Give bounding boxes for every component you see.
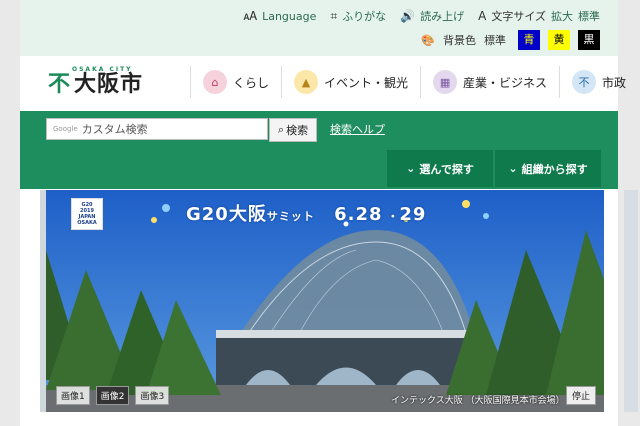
site-header: OSAKA CITY 不 大阪市 ⌂ くらし ▲ イベント・観光 ▦ 産業・ビジ… bbox=[20, 56, 626, 111]
carousel-thumbnails: 画像1 画像2 画像3 bbox=[56, 386, 170, 405]
translate-icon: 🗚 bbox=[243, 8, 258, 23]
banner-small: サミット bbox=[266, 210, 315, 223]
nav-kurashi-label: くらし bbox=[233, 75, 270, 90]
chevron-down-icon: ⌄ bbox=[508, 162, 518, 175]
text-size-label: 文字サイズ bbox=[491, 10, 546, 23]
text-size-icon: A bbox=[478, 9, 487, 23]
castle-icon: ▲ bbox=[294, 70, 319, 94]
search-button[interactable]: ⌕ 検索 bbox=[269, 118, 317, 142]
banner-dates: 6.28 bbox=[334, 204, 383, 225]
carousel-thumb-3[interactable]: 画像3 bbox=[135, 386, 170, 405]
background-color-control: 🎨 背景色 標準 青 黄 黒 bbox=[421, 30, 600, 50]
nav-government[interactable]: 不 市政 bbox=[559, 66, 638, 98]
g20-logo: G20 2019 JAPAN OSAKA bbox=[71, 198, 103, 230]
nav-events[interactable]: ▲ イベント・観光 bbox=[281, 66, 420, 98]
language-label: Language bbox=[262, 9, 317, 23]
hero-carousel: G20 2019 JAPAN OSAKA G20大阪サミット 6.28 ・29 … bbox=[46, 190, 604, 412]
carousel-stop-button[interactable]: 停止 bbox=[566, 386, 597, 405]
banner-main: G20大阪 bbox=[186, 204, 267, 225]
bg-color-label: 背景色 bbox=[443, 34, 476, 47]
logo-title: 大阪市 bbox=[74, 72, 144, 97]
banner-dates2: 29 bbox=[399, 204, 427, 225]
bg-standard-button[interactable]: 標準 bbox=[484, 32, 506, 48]
org-search-button[interactable]: ⌄ 組織から探す bbox=[495, 150, 601, 187]
building-icon: ▦ bbox=[433, 70, 458, 94]
site-logo[interactable]: OSAKA CITY 不 大阪市 bbox=[48, 66, 143, 97]
language-link[interactable]: 🗚 Language bbox=[244, 9, 317, 24]
bg-black-button[interactable]: 黒 bbox=[578, 30, 600, 50]
read-aloud-label: 読み上げ bbox=[420, 10, 465, 23]
hero-banner-text: G20大阪サミット 6.28 ・29 bbox=[186, 204, 427, 225]
bg-blue-button[interactable]: 青 bbox=[518, 30, 540, 50]
furigana-label: ふりがな bbox=[342, 10, 387, 23]
speaker-icon: 🔊 bbox=[400, 9, 416, 23]
search-icon: ⌕ bbox=[277, 123, 285, 136]
choose-search-button[interactable]: ⌄ 選んで探す bbox=[387, 150, 493, 187]
nav-government-label: 市政 bbox=[602, 75, 627, 90]
nav-kurashi[interactable]: ⌂ くらし bbox=[190, 66, 281, 98]
text-size-large-button[interactable]: 拡大 bbox=[551, 8, 573, 24]
carousel-thumb-2[interactable]: 画像2 bbox=[95, 386, 130, 405]
text-size-standard-button[interactable]: 標準 bbox=[578, 8, 600, 24]
palette-icon: 🎨 bbox=[421, 33, 435, 47]
search-brand: Google bbox=[53, 125, 78, 133]
house-icon: ⌂ bbox=[203, 70, 227, 94]
global-nav: ⌂ くらし ▲ イベント・観光 ▦ 産業・ビジネス 不 市政 bbox=[190, 66, 638, 98]
city-emblem-icon: 不 bbox=[48, 72, 71, 97]
search-input[interactable]: Google カスタム検索 bbox=[46, 118, 268, 140]
nav-business-label: 産業・ビジネス bbox=[463, 75, 548, 90]
search-bar: Google カスタム検索 ⌕ 検索 検索ヘルプ ⌄ 選んで探す ⌄ 組織から探… bbox=[20, 111, 618, 189]
logo-main: 不 大阪市 bbox=[48, 73, 143, 97]
chevron-down-icon: ⌄ bbox=[406, 162, 416, 175]
bg-yellow-button[interactable]: 黄 bbox=[548, 30, 570, 50]
g20-logo-line4: OSAKA bbox=[77, 220, 97, 226]
carousel-side-right bbox=[624, 190, 638, 412]
carousel-thumb-1[interactable]: 画像1 bbox=[56, 386, 90, 405]
text-size-control: A 文字サイズ 拡大 標準 bbox=[478, 8, 600, 24]
search-placeholder: カスタム検索 bbox=[81, 123, 148, 136]
page: 🗚 Language ⌗ ふりがな 🔊 読み上げ A 文字サイズ 拡大 標準 🎨… bbox=[0, 0, 640, 426]
choose-search-label: 選んで探す bbox=[419, 162, 474, 176]
nav-business[interactable]: ▦ 産業・ビジネス bbox=[420, 66, 559, 98]
utility-links: 🗚 Language ⌗ ふりがな 🔊 読み上げ A 文字サイズ 拡大 標準 bbox=[244, 8, 601, 24]
furigana-link[interactable]: ⌗ ふりがな bbox=[330, 8, 386, 24]
furigana-icon: ⌗ bbox=[330, 8, 338, 23]
hero-caption: インテックス大阪 （大阪国際見本市会場） bbox=[391, 396, 565, 406]
read-aloud-link[interactable]: 🔊 読み上げ bbox=[400, 8, 464, 24]
search-button-label: 検索 bbox=[286, 124, 309, 137]
city-emblem-icon: 不 bbox=[572, 70, 597, 94]
search-help-link[interactable]: 検索ヘルプ bbox=[330, 121, 385, 137]
site-frame: 🗚 Language ⌗ ふりがな 🔊 読み上げ A 文字サイズ 拡大 標準 🎨… bbox=[20, 0, 638, 426]
nav-events-label: イベント・観光 bbox=[324, 75, 409, 90]
utility-bar: 🗚 Language ⌗ ふりがな 🔊 読み上げ A 文字サイズ 拡大 標準 🎨… bbox=[20, 0, 618, 56]
org-search-label: 組織から探す bbox=[521, 162, 588, 176]
